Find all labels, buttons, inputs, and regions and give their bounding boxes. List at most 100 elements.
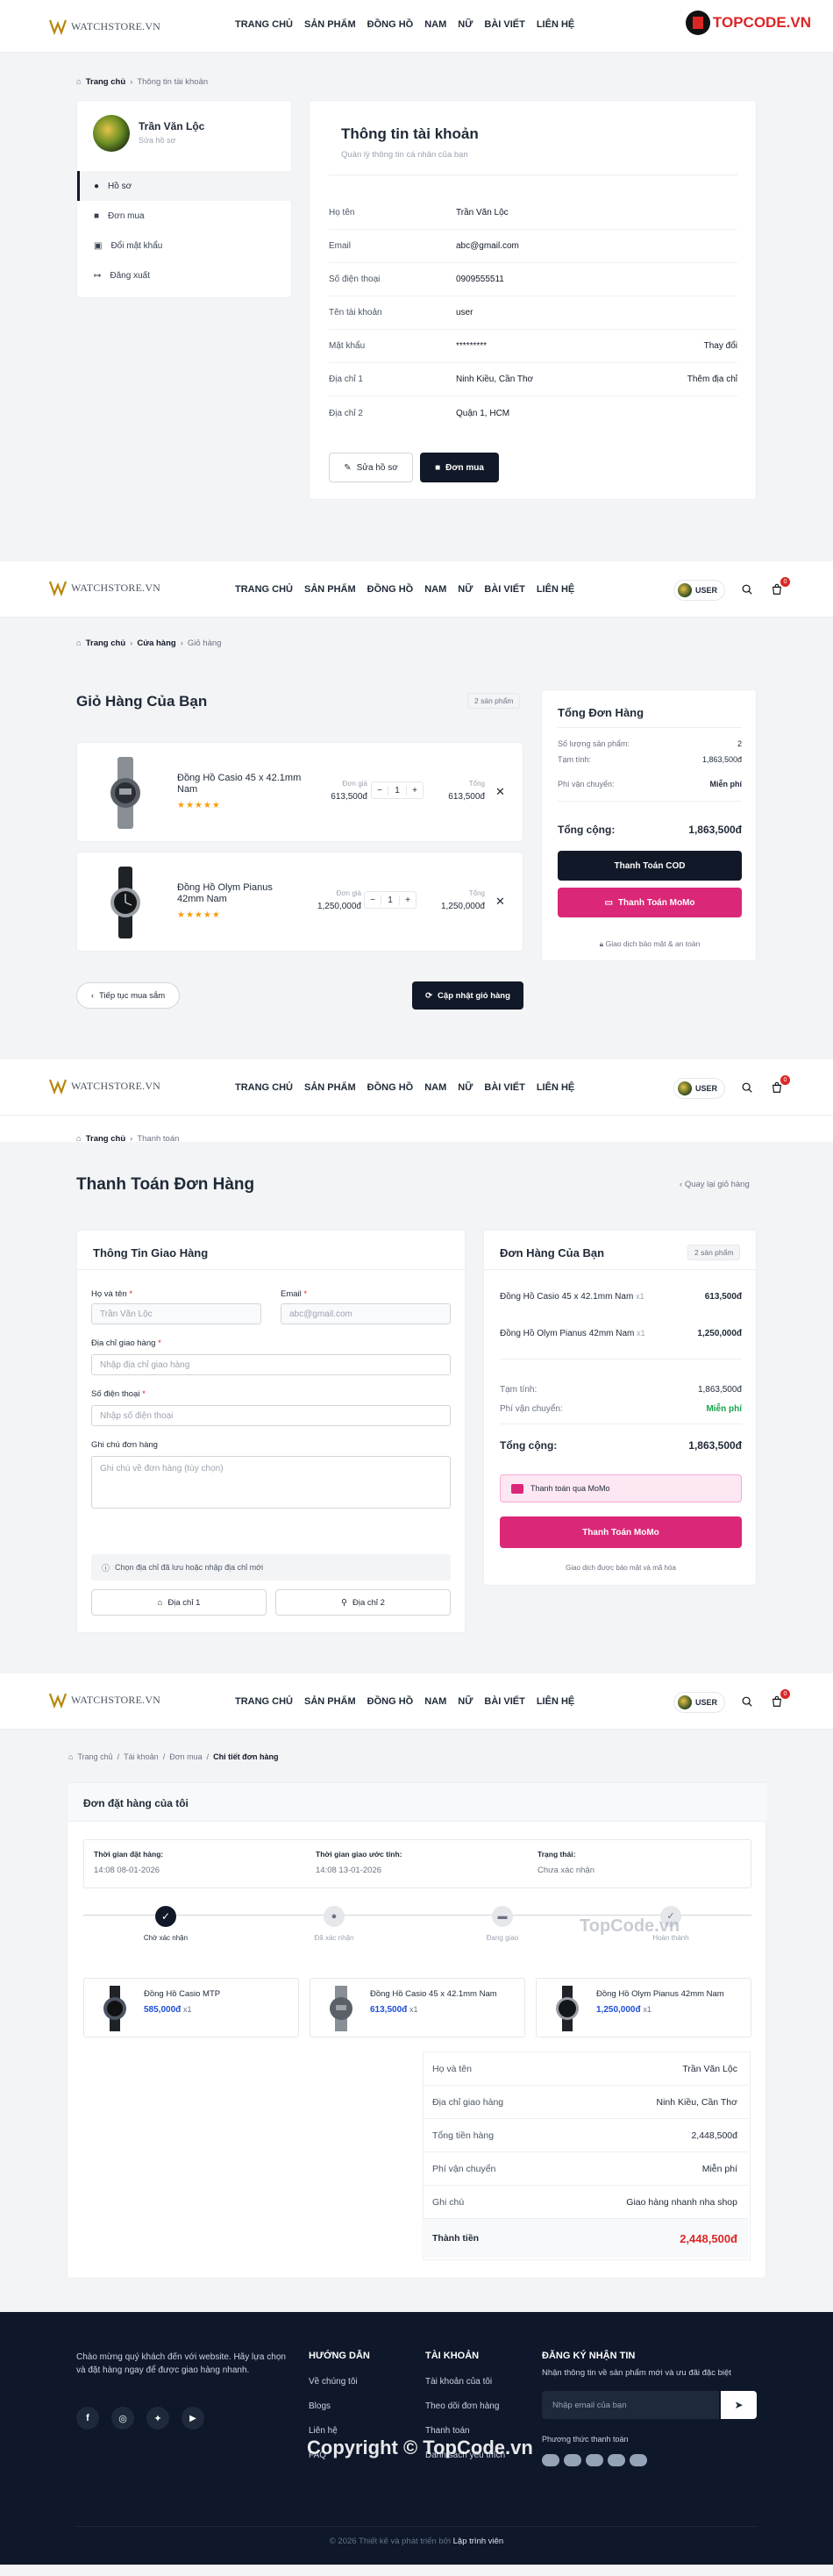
cart-icon[interactable]: 0	[771, 577, 790, 597]
change-password-link[interactable]: Thay đổi	[704, 341, 737, 351]
search-icon[interactable]	[741, 1695, 755, 1709]
order-note-textarea[interactable]: Ghi chú về đơn hàng (tùy chọn)	[91, 1456, 451, 1509]
nav-women[interactable]: NỮ	[458, 584, 473, 595]
nav-home[interactable]: TRANG CHỦ	[235, 1696, 293, 1707]
product-name[interactable]: Đồng Hồ Casio MTP	[144, 1989, 220, 1999]
footer-link[interactable]: Thanh toán	[425, 2426, 470, 2436]
nav-watches[interactable]: ĐỒNG HỒ	[367, 1082, 414, 1093]
nav-blog[interactable]: BÀI VIẾT	[484, 1696, 524, 1707]
nav-blog[interactable]: BÀI VIẾT	[484, 584, 524, 595]
nav-products[interactable]: SẢN PHẨM	[304, 1082, 356, 1093]
phone-field[interactable]: Nhập số điện thoại	[91, 1405, 451, 1426]
sidebar-item-profile[interactable]: ● Hồ sơ	[77, 171, 293, 201]
edit-profile-button[interactable]: ✎ Sửa hồ sơ	[329, 453, 413, 482]
product-image[interactable]	[98, 867, 153, 938]
continue-shopping-button[interactable]: ‹ Tiếp tục mua sắm	[76, 982, 180, 1009]
breadcrumb-orders[interactable]: Đơn mua	[169, 1752, 202, 1761]
quantity-stepper[interactable]: −1 +	[371, 781, 424, 799]
nav-contact[interactable]: LIÊN HỆ	[537, 584, 574, 595]
product-name[interactable]: Đồng Hồ Olym Pianus 42mm Nam	[177, 882, 300, 905]
product-image[interactable]	[98, 757, 153, 829]
product-name[interactable]: Đồng Hồ Olym Pianus 42mm Nam	[596, 1989, 724, 1999]
quantity-value[interactable]: 1	[381, 895, 400, 905]
footer-link[interactable]: Về chúng tôi	[309, 2377, 358, 2387]
nav-blog[interactable]: BÀI VIẾT	[484, 19, 524, 30]
breadcrumb-home[interactable]: Trang chủ	[77, 1752, 112, 1761]
address-field[interactable]: Nhập địa chỉ giao hàng	[91, 1354, 451, 1375]
copyright-author[interactable]: Lập trình viên	[453, 2537, 504, 2546]
remove-item-icon[interactable]: ✕	[495, 895, 505, 909]
breadcrumb-home[interactable]: Trang chủ	[86, 1134, 125, 1144]
back-to-cart-link[interactable]: ‹ Quay lại giỏ hàng	[680, 1180, 750, 1189]
email-field[interactable]: abc@gmail.com	[281, 1303, 451, 1324]
product-name[interactable]: Đồng Hồ Casio 45 x 42.1mm Nam	[177, 773, 309, 796]
nav-products[interactable]: SẢN PHẨM	[304, 584, 356, 595]
search-icon[interactable]	[741, 583, 755, 597]
nav-watches[interactable]: ĐỒNG HỒ	[367, 1696, 414, 1707]
address-1-button[interactable]: ⌂ Địa chỉ 1	[91, 1589, 267, 1616]
nav-home[interactable]: TRANG CHỦ	[235, 1082, 293, 1093]
youtube-icon[interactable]: ▶	[182, 2407, 204, 2430]
cod-checkout-button[interactable]: Thanh Toán COD	[558, 851, 742, 881]
footer-link[interactable]: Blogs	[309, 2401, 331, 2411]
nav-men[interactable]: NAM	[424, 19, 446, 30]
sidebar-item-logout[interactable]: ↦ Đăng xuất	[77, 260, 293, 290]
nav-contact[interactable]: LIÊN HỆ	[537, 1082, 574, 1093]
newsletter-email-input[interactable]: Nhập email của bạn	[542, 2391, 719, 2419]
quantity-stepper[interactable]: −1 +	[364, 891, 416, 909]
sidebar-item-password[interactable]: ▣ Đổi mật khẩu	[77, 231, 293, 260]
footer-link[interactable]: Tài khoản của tôi	[425, 2377, 492, 2387]
momo-pay-button[interactable]: Thanh Toán MoMo	[500, 1516, 742, 1548]
nav-women[interactable]: NỮ	[458, 1696, 473, 1707]
nav-men[interactable]: NAM	[424, 1696, 446, 1707]
nav-blog[interactable]: BÀI VIẾT	[484, 1082, 524, 1093]
breadcrumb-shop[interactable]: Cửa hàng	[137, 639, 175, 648]
decrement-button[interactable]: −	[372, 786, 388, 796]
footer-link[interactable]: Liên hệ	[309, 2426, 338, 2436]
edit-profile-link[interactable]: Sửa hồ sơ	[139, 136, 175, 145]
site-logo[interactable]: WATCHSTORE.VN	[48, 1075, 160, 1096]
instagram-icon[interactable]: ◎	[111, 2407, 134, 2430]
momo-payment-option[interactable]: Thanh toán qua MoMo	[500, 1474, 742, 1502]
nav-home[interactable]: TRANG CHỦ	[235, 19, 293, 30]
address-2-button[interactable]: ⚲ Địa chỉ 2	[275, 1589, 451, 1616]
update-cart-button[interactable]: ⟳ Cập nhật giỏ hàng	[412, 981, 523, 1010]
site-logo[interactable]: WATCHSTORE.VN	[48, 16, 160, 37]
footer-link[interactable]: Theo dõi đơn hàng	[425, 2401, 499, 2411]
user-menu[interactable]: USER	[673, 1078, 725, 1099]
add-address-link[interactable]: Thêm địa chỉ	[687, 375, 737, 384]
breadcrumb-home[interactable]: Trang chủ	[86, 77, 125, 87]
twitter-icon[interactable]: ✦	[146, 2407, 169, 2430]
decrement-button[interactable]: −	[365, 896, 381, 905]
product-name[interactable]: Đồng Hồ Casio 45 x 42.1mm Nam	[370, 1989, 497, 1999]
nav-watches[interactable]: ĐỒNG HỒ	[367, 19, 414, 30]
nav-watches[interactable]: ĐỒNG HỒ	[367, 584, 414, 595]
cart-icon[interactable]: 0	[771, 1075, 790, 1095]
facebook-icon[interactable]: f	[76, 2407, 99, 2430]
quantity-value[interactable]: 1	[388, 785, 407, 796]
site-logo[interactable]: WATCHSTORE.VN	[48, 577, 160, 598]
nav-men[interactable]: NAM	[424, 1082, 446, 1093]
nav-contact[interactable]: LIÊN HỆ	[537, 19, 574, 30]
nav-contact[interactable]: LIÊN HỆ	[537, 1696, 574, 1707]
breadcrumb-home[interactable]: Trang chủ	[86, 639, 125, 648]
sidebar-item-orders[interactable]: ■ Đơn mua	[77, 201, 293, 231]
user-menu[interactable]: USER	[673, 580, 725, 601]
nav-women[interactable]: NỮ	[458, 1082, 473, 1093]
increment-button[interactable]: +	[400, 896, 416, 905]
search-icon[interactable]	[741, 1081, 755, 1095]
newsletter-submit-button[interactable]: ➤	[721, 2391, 757, 2419]
site-logo[interactable]: WATCHSTORE.VN	[48, 1689, 160, 1710]
breadcrumb-account[interactable]: Tài khoản	[124, 1752, 159, 1761]
orders-button[interactable]: ■ Đơn mua	[420, 453, 499, 482]
nav-home[interactable]: TRANG CHỦ	[235, 584, 293, 595]
nav-men[interactable]: NAM	[424, 584, 446, 595]
nav-products[interactable]: SẢN PHẨM	[304, 19, 356, 30]
cart-icon[interactable]: 0	[771, 1689, 790, 1709]
momo-checkout-button[interactable]: ▭ Thanh Toán MoMo	[558, 888, 742, 917]
remove-item-icon[interactable]: ✕	[495, 785, 505, 799]
nav-women[interactable]: NỮ	[458, 19, 473, 30]
increment-button[interactable]: +	[407, 786, 423, 796]
nav-products[interactable]: SẢN PHẨM	[304, 1696, 356, 1707]
name-field[interactable]: Trần Văn Lộc	[91, 1303, 261, 1324]
